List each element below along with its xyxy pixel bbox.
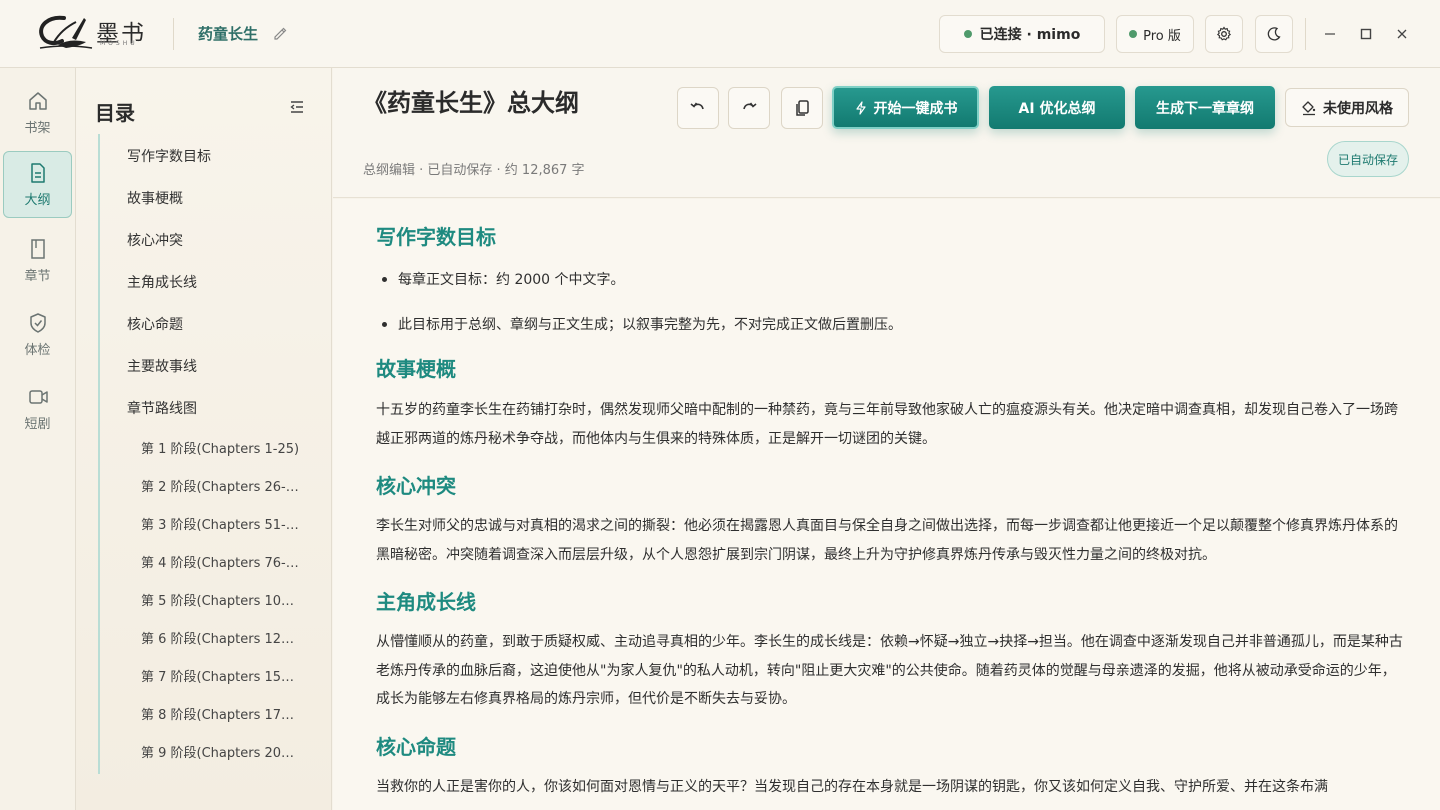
paragraph: 十五岁的药童李长生在药铺打杂时，偶然发现师父暗中配制的一种禁药，竟与三年前导致他…: [376, 402, 1398, 447]
maximize-icon: [1360, 28, 1372, 40]
rail-label: 大纲: [24, 192, 51, 208]
divider: [173, 18, 174, 50]
rail-item-health-check[interactable]: 体检: [3, 301, 72, 368]
theme-toggle-button[interactable]: [1255, 15, 1293, 53]
status-dot-icon: [963, 30, 972, 38]
paragraph: 从懵懂顺从的药童，到敢于质疑权威、主动追寻真相的少年。李长生的成长线是：依赖→怀…: [376, 634, 1403, 707]
collapse-menu-icon[interactable]: [289, 99, 305, 115]
toc-stage-item[interactable]: 第 2 阶段(Chapters 26-50): [141, 476, 301, 495]
toc-stage-item[interactable]: 第 9 阶段(Chapters 201-225): [141, 742, 301, 761]
outline-editor[interactable]: 写作字数目标 每章正文目标：约 2000 个中文字。 此目标用于总纲、章纲与正文…: [333, 199, 1440, 810]
rail-item-bookshelf[interactable]: 书架: [3, 79, 72, 146]
divider: [1305, 18, 1306, 50]
undo-icon: [690, 102, 704, 110]
edit-pencil-icon[interactable]: [272, 25, 288, 41]
toc-stage-item[interactable]: 第 6 阶段(Chapters 126-150): [141, 628, 301, 647]
toc-item[interactable]: 核心命题: [127, 314, 183, 334]
redo-button[interactable]: [728, 87, 770, 129]
button-label: AI 优化总纲: [1018, 100, 1096, 117]
section-heading: 写作字数目标: [376, 225, 496, 249]
logo-subtext: MOSHU: [100, 40, 138, 47]
section-heading: 故事梗概: [376, 357, 456, 381]
paragraph: 李长生对师父的忠诚与对真相的渴求之间的撕裂：他必须在揭露恩人真面目与保全自身之间…: [376, 518, 1398, 563]
rail-item-chapters[interactable]: 章节: [3, 227, 72, 294]
gear-icon: [1216, 26, 1232, 41]
page-title: 《药童长生》总大纲: [363, 89, 579, 117]
close-icon: [1397, 29, 1407, 39]
toc-item[interactable]: 主要故事线: [127, 356, 197, 376]
minimize-button[interactable]: [1320, 24, 1340, 44]
settings-button[interactable]: [1205, 15, 1243, 53]
lightning-icon: [855, 100, 866, 115]
rail-item-short-drama[interactable]: 短剧: [3, 375, 72, 442]
shield-check-icon: [29, 312, 46, 333]
section-heading: 核心命题: [376, 735, 456, 759]
close-button[interactable]: [1392, 24, 1412, 44]
book-icon: [30, 238, 45, 259]
style-button[interactable]: 未使用风格: [1285, 88, 1409, 127]
home-icon: [28, 91, 47, 110]
toc-stage-item[interactable]: 第 8 阶段(Chapters 176-200): [141, 704, 301, 723]
page-subtitle: 总纲编辑 · 已自动保存 · 约 12,867 字: [363, 163, 585, 178]
connection-status[interactable]: 已连接 · mimo: [939, 15, 1105, 53]
connection-label: 已连接 · mimo: [979, 27, 1081, 43]
list-item: 此目标用于总纲、章纲与正文生成；以叙事完整为先，不对完成正文做后置删压。: [382, 314, 902, 334]
paragraph: 当救你的人正是害你的人，你该如何面对恩情与正义的天平？当发现自己的存在本身就是一…: [376, 779, 1328, 795]
minimize-icon: [1325, 33, 1335, 35]
section-heading: 主角成长线: [376, 590, 476, 614]
rail-item-outline[interactable]: 大纲: [3, 151, 72, 218]
toc-item[interactable]: 主角成长线: [127, 272, 197, 292]
plan-dot-icon: [1129, 30, 1138, 38]
toc-guide-line: [98, 134, 100, 774]
toc-panel: 目录 写作字数目标 故事梗概 核心冲突 主角成长线 核心命题 主要故事线 章节路…: [76, 68, 332, 810]
ai-optimize-outline-button[interactable]: AI 优化总纲: [989, 86, 1125, 129]
toc-stage-item[interactable]: 第 5 阶段(Chapters 101-125): [141, 590, 301, 609]
copy-icon: [796, 100, 809, 116]
toc-title: 目录: [95, 101, 135, 125]
rail-label: 体检: [24, 342, 51, 358]
book-title[interactable]: 药童长生: [198, 23, 258, 44]
rail-label: 书架: [24, 120, 51, 136]
nav-rail: 书架 大纲 章节 体检 短剧: [0, 68, 76, 810]
button-label: 生成下一章章纲: [1156, 100, 1254, 117]
button-label: 开始一键成书: [873, 100, 958, 117]
toc-stage-item[interactable]: 第 4 阶段(Chapters 76-100): [141, 552, 301, 571]
toc-stage-item[interactable]: 第 1 阶段(Chapters 1-25): [141, 438, 301, 457]
toc-item[interactable]: 核心冲突: [127, 230, 183, 250]
button-label: 未使用风格: [1323, 100, 1393, 117]
toc-stage-item[interactable]: 第 3 阶段(Chapters 51-75): [141, 514, 301, 533]
document-icon: [30, 162, 45, 183]
generate-next-chapter-button[interactable]: 生成下一章章纲: [1135, 86, 1275, 129]
plan-badge[interactable]: Pro 版: [1116, 15, 1194, 53]
copy-button[interactable]: [781, 87, 823, 129]
list-item: 每章正文目标：约 2000 个中文字。: [382, 269, 625, 289]
autosave-badge: 已自动保存: [1327, 141, 1409, 177]
toc-stage-item[interactable]: 第 7 阶段(Chapters 151-175): [141, 666, 301, 685]
rail-label: 短剧: [24, 416, 51, 432]
maximize-button[interactable]: [1356, 24, 1376, 44]
rail-label: 章节: [24, 268, 51, 284]
undo-button[interactable]: [677, 87, 719, 129]
editor-header: 《药童长生》总大纲 总纲编辑 · 已自动保存 · 约 12,867 字 开始一键…: [333, 68, 1440, 198]
toc-item[interactable]: 写作字数目标: [127, 146, 211, 166]
title-bar: 墨书 MOSHU 药童长生 已连接 · mimo Pro 版: [0, 0, 1440, 68]
paint-bucket-icon: [1302, 100, 1316, 115]
toc-item[interactable]: 章节路线图: [127, 398, 197, 418]
toc-item[interactable]: 故事梗概: [127, 188, 183, 208]
redo-icon: [743, 102, 757, 110]
section-heading: 核心冲突: [376, 474, 456, 498]
plan-label: Pro 版: [1143, 28, 1181, 44]
oneclick-book-button[interactable]: 开始一键成书: [832, 86, 979, 129]
video-icon: [28, 389, 48, 404]
moon-icon: [1267, 27, 1281, 41]
